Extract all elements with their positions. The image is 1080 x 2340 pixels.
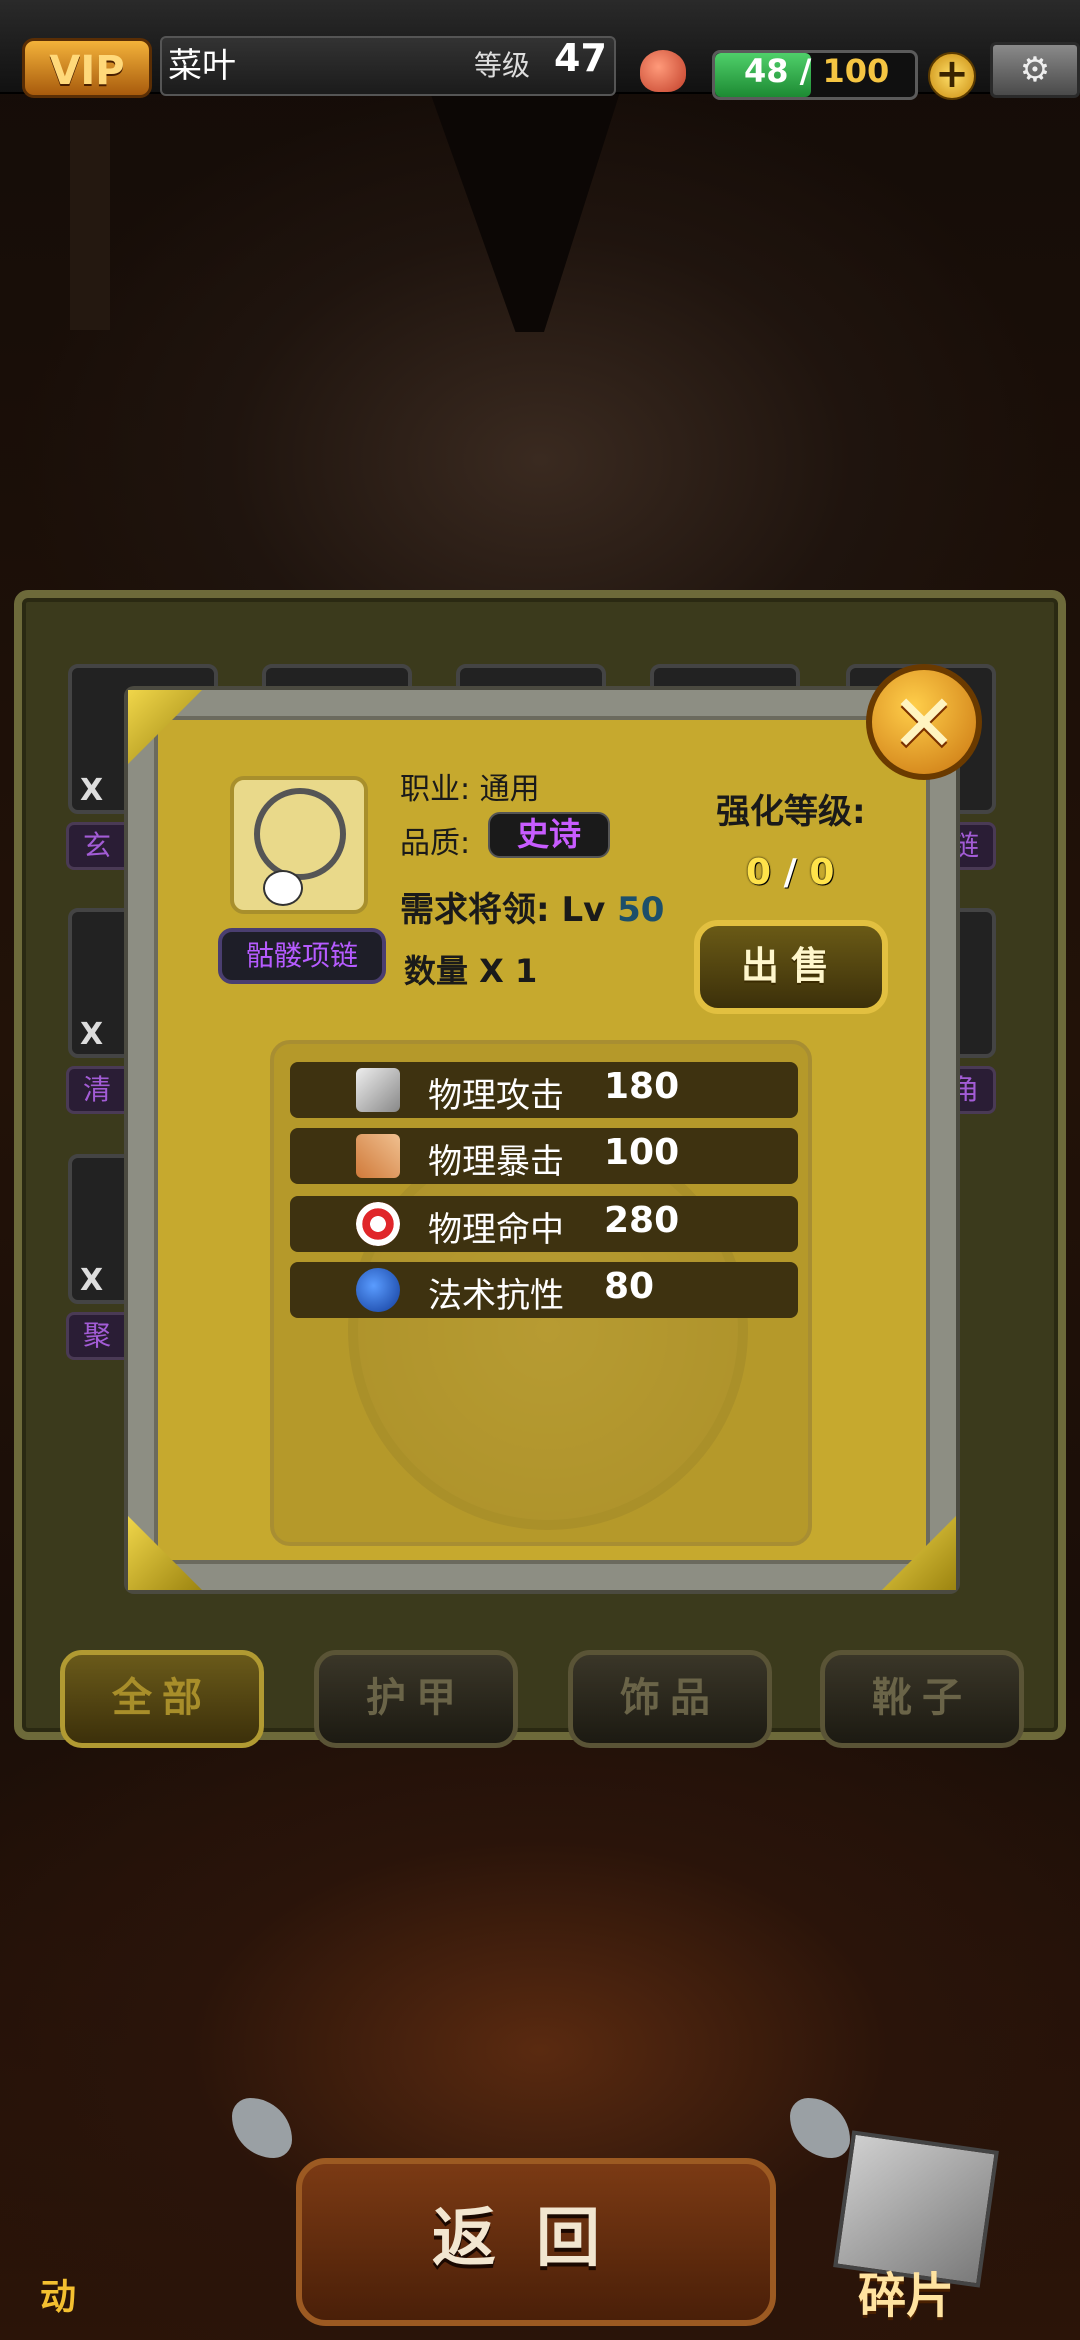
slot-count: X xyxy=(80,1017,104,1052)
quality-badge: 史诗 xyxy=(488,812,610,858)
chain xyxy=(70,120,110,330)
tab-all[interactable]: 全部 xyxy=(60,1650,264,1748)
slot-count: X xyxy=(80,1263,104,1298)
crossed-swords-icon xyxy=(356,1134,400,1178)
back-button[interactable]: 返回 xyxy=(296,2158,776,2326)
requirement-prefix: Lv xyxy=(561,890,606,930)
shard-button-label[interactable]: 碎片 xyxy=(858,2256,954,2326)
blue-orb-icon xyxy=(356,1268,400,1312)
requirement-level: 50 xyxy=(617,890,665,930)
necklace-icon xyxy=(254,788,346,880)
class-row: 职业: 通用 xyxy=(400,764,540,808)
slot-count: X xyxy=(80,773,104,808)
stat-value: 280 xyxy=(604,1200,680,1241)
requirement-row: 需求将领: Lv 50 xyxy=(400,882,664,931)
skull-icon xyxy=(263,870,303,906)
sell-button[interactable]: 出售 xyxy=(694,920,888,1014)
stat-name: 法术抗性 xyxy=(428,1276,564,1316)
tab-armor[interactable]: 护甲 xyxy=(314,1650,518,1748)
enhance-level: 0 / 0 xyxy=(746,852,834,893)
enhance-current: 0 xyxy=(746,852,772,893)
tab-accessory[interactable]: 饰品 xyxy=(568,1650,772,1748)
bottom-left-label[interactable]: 动 xyxy=(40,2268,76,2320)
stat-name: 物理暴击 xyxy=(428,1142,564,1182)
enhance-max: 0 xyxy=(809,852,835,893)
enhance-separator: / xyxy=(783,852,797,893)
meat-stamina-icon xyxy=(640,50,686,92)
sword-icon xyxy=(356,1068,400,1112)
class-value: 通用 xyxy=(479,772,540,807)
stat-name: 物理命中 xyxy=(428,1210,564,1250)
stat-name: 物理攻击 xyxy=(428,1076,564,1116)
requirement-label: 需求将领: xyxy=(400,890,550,930)
stat-value: 80 xyxy=(604,1266,655,1307)
stamina-current: 48 xyxy=(744,52,789,90)
close-button[interactable]: ✕ xyxy=(866,664,982,780)
stamina-max: 100 xyxy=(822,52,890,90)
level-value: 47 xyxy=(554,36,607,80)
stat-value: 100 xyxy=(604,1132,680,1173)
add-stamina-button[interactable]: + xyxy=(928,52,976,100)
stat-value: 180 xyxy=(604,1066,680,1107)
target-icon xyxy=(356,1202,400,1246)
class-label: 职业: xyxy=(400,772,471,807)
level-label: 等级 xyxy=(474,49,531,82)
gear-icon[interactable]: ⚙ xyxy=(990,42,1080,98)
quantity-text: 数量 X 1 xyxy=(404,952,538,990)
enhance-label: 强化等级: xyxy=(716,792,866,832)
item-name: 骷髅项链 xyxy=(218,928,386,984)
quality-label: 品质: xyxy=(400,826,471,861)
player-name: 菜叶 xyxy=(168,46,236,86)
stamina-separator: / xyxy=(799,52,812,90)
stamina-text: 48 / 100 xyxy=(744,52,889,90)
tab-boots[interactable]: 靴子 xyxy=(820,1650,1024,1748)
vip-button[interactable]: VIP xyxy=(22,38,152,98)
